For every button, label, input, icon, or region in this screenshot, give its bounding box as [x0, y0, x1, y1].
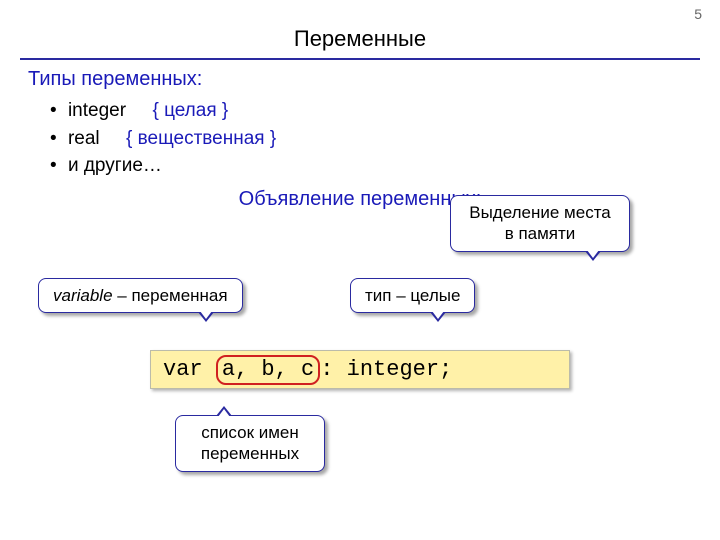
callout-pointer-icon [585, 251, 601, 261]
callout-variable: variable – переменная [38, 278, 243, 313]
callout-text: список имен переменных [201, 423, 299, 463]
code-tail: : integer; [320, 357, 452, 382]
callout-pointer-icon [216, 406, 232, 416]
type-comment: { целая } [152, 100, 228, 121]
callout-memory: Выделение места в памяти [450, 195, 630, 252]
callout-text: тип – целые [365, 286, 460, 305]
bullet-icon: • [50, 100, 63, 121]
callout-text: Выделение места в памяти [469, 203, 611, 243]
callout-variable-word: variable [53, 286, 113, 305]
type-name: real [68, 128, 100, 149]
bullet-icon: • [50, 128, 63, 149]
code-box: var a, b, c: integer; [150, 350, 570, 389]
slide-title: Переменные [0, 0, 720, 58]
callout-var-names: список имен переменных [175, 415, 325, 472]
callout-pointer-icon [198, 312, 214, 322]
type-comment: { вещественная } [126, 128, 276, 149]
type-name: и другие… [68, 155, 162, 176]
list-item: • и другие… [50, 152, 692, 180]
bullet-icon: • [50, 155, 63, 176]
code-var-list: a, b, c [216, 355, 320, 385]
types-list: • integer { целая } • real { вещественна… [28, 97, 692, 180]
types-heading: Типы переменных: [28, 68, 692, 91]
callout-type-int: тип – целые [350, 278, 475, 313]
content-area: Типы переменных: • integer { целая } • r… [0, 68, 720, 211]
list-item: • real { вещественная } [50, 125, 692, 153]
page-number: 5 [694, 6, 702, 22]
callout-variable-rest: – переменная [113, 286, 228, 305]
type-name: integer [68, 100, 126, 121]
callout-pointer-icon [430, 312, 446, 322]
title-rule [20, 58, 700, 60]
code-keyword-var: var [163, 357, 216, 382]
list-item: • integer { целая } [50, 97, 692, 125]
